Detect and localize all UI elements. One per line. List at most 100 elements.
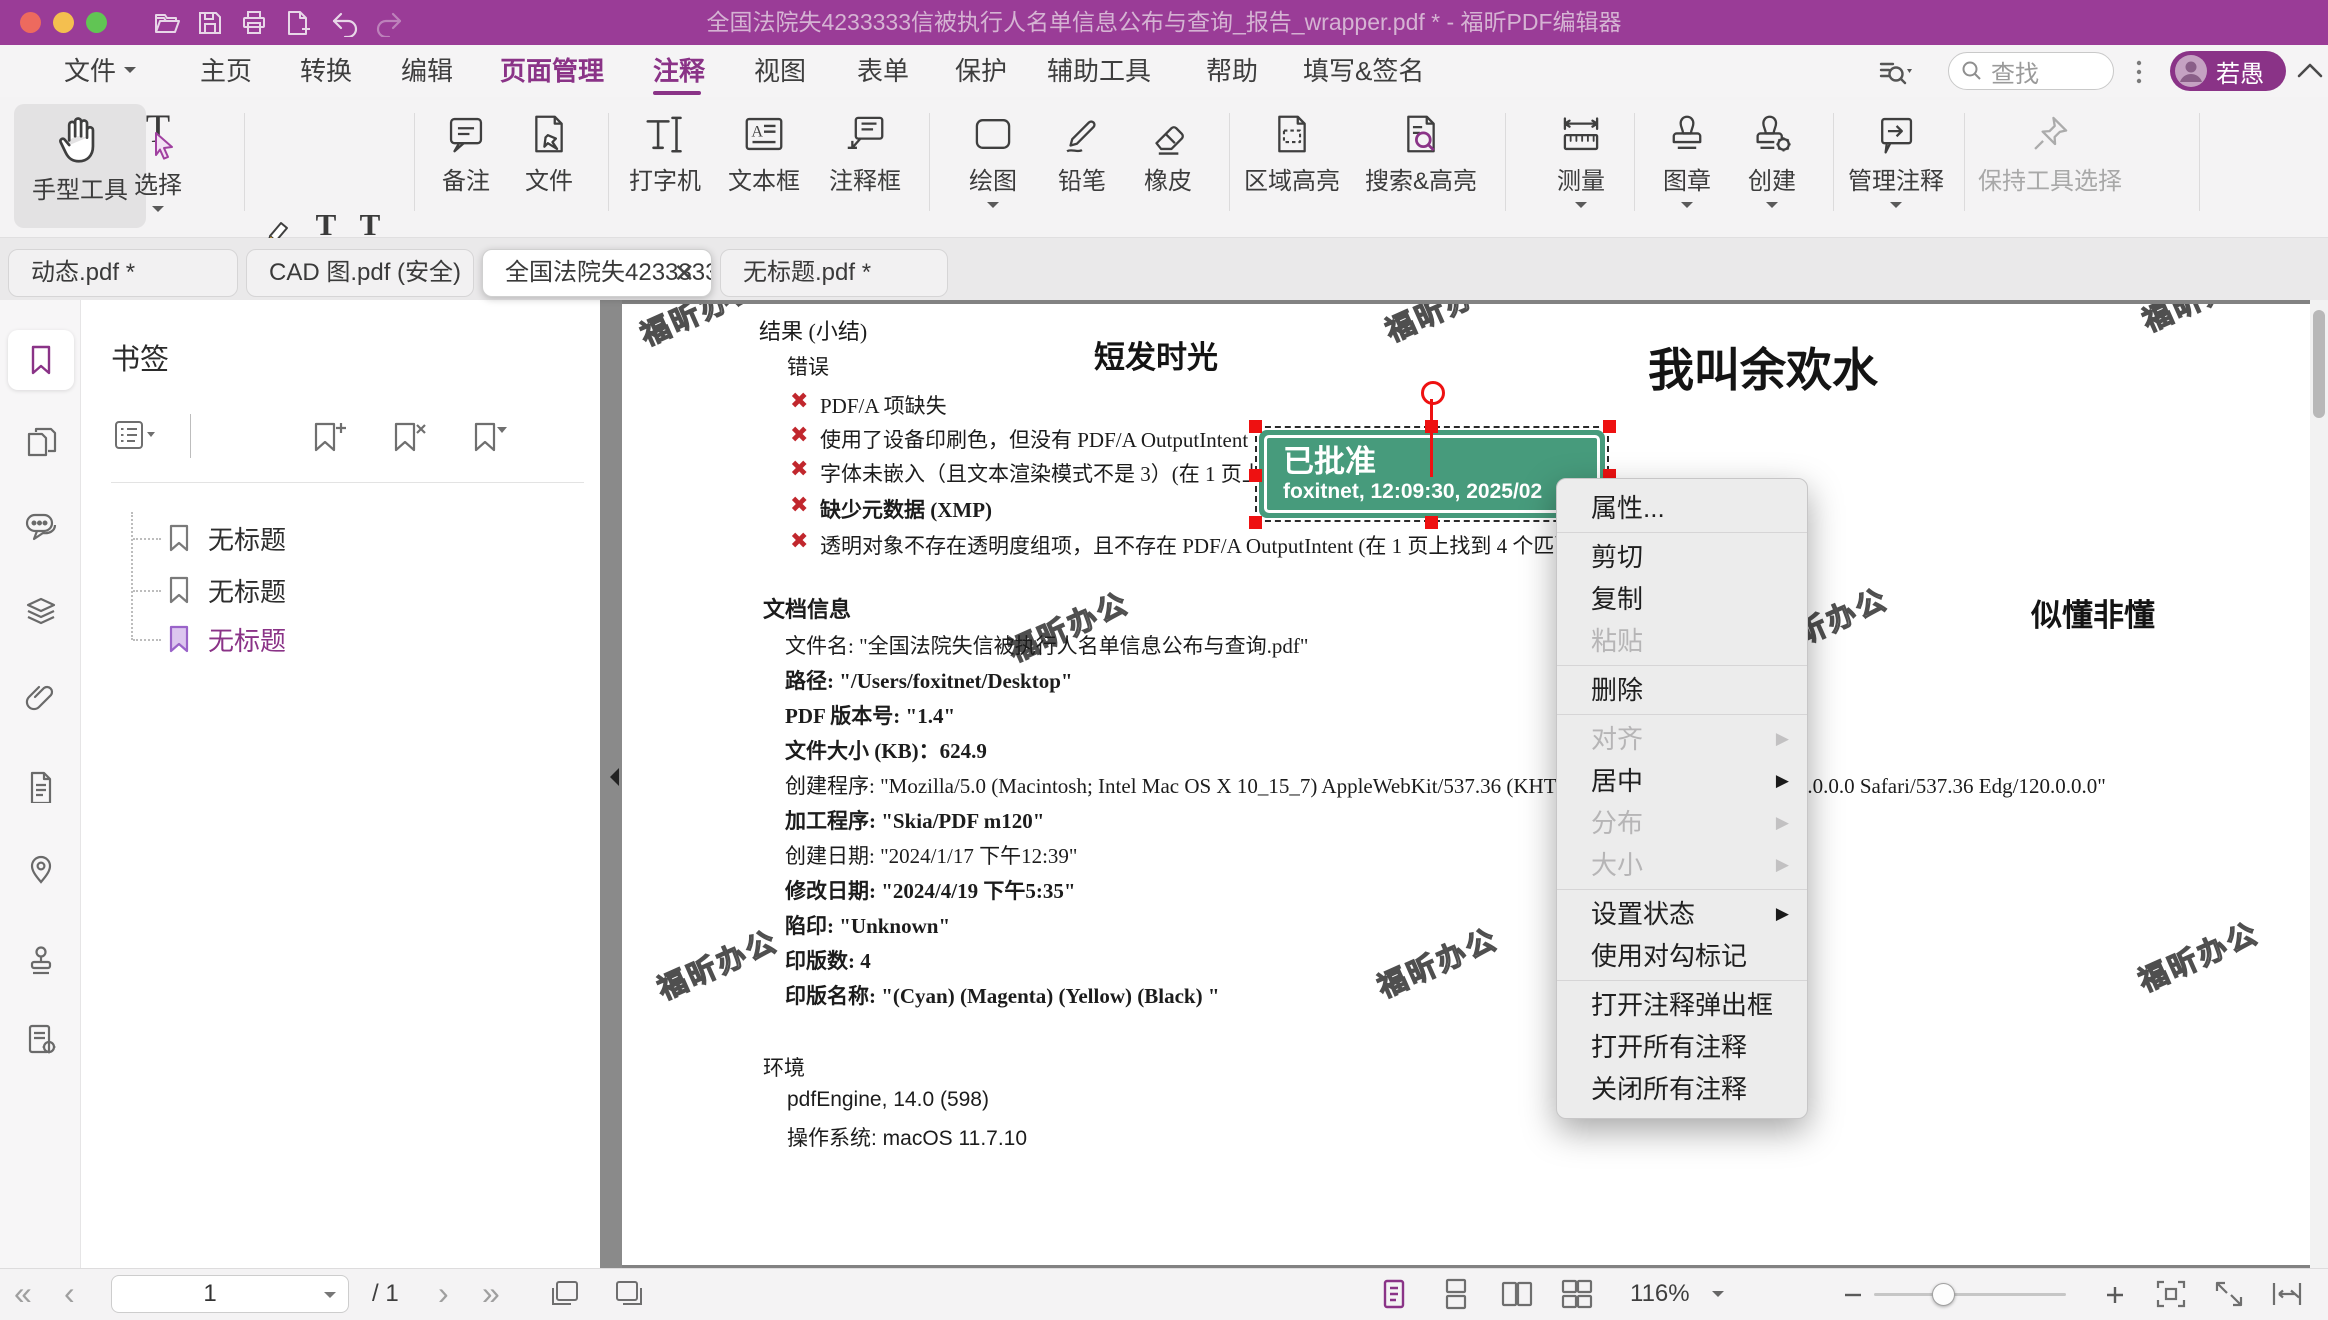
menu-item-12[interactable]: 填写&签名 [1303, 45, 1424, 97]
menu-item-5[interactable]: 页面管理 [500, 45, 604, 97]
collapse-panel-icon[interactable] [601, 768, 619, 786]
bookmark-item-1[interactable]: 无标题 [165, 518, 286, 558]
resize-handle[interactable] [1603, 420, 1616, 433]
menu-item-10[interactable]: 辅助工具 [1047, 45, 1151, 97]
zoom-slider-track[interactable] [1874, 1293, 2066, 1296]
menu-item-9[interactable]: 保护 [955, 45, 1007, 97]
single-page-view-icon[interactable] [1378, 1278, 1410, 1310]
callout-button[interactable]: 注释框 [823, 111, 907, 196]
note-comment-button[interactable]: 备注 [430, 111, 502, 196]
document-tab-1[interactable]: 动态.pdf * [8, 249, 238, 297]
bookmark-menu-button[interactable] [468, 418, 508, 456]
context-menu-item[interactable]: 使用对勾标记 [1557, 935, 1807, 977]
collapse-ribbon-chevron-icon[interactable] [2296, 61, 2324, 81]
pencil-button[interactable]: 铅笔 [1046, 111, 1118, 196]
more-options-kebab-icon[interactable] [2134, 59, 2144, 85]
signature-panel-tab[interactable] [8, 930, 74, 990]
open-file-icon[interactable] [152, 9, 180, 37]
save-icon[interactable] [196, 9, 224, 37]
first-page-button[interactable]: « [14, 1269, 32, 1319]
previous-view-icon[interactable] [548, 1278, 582, 1310]
resize-handle[interactable] [1425, 516, 1438, 529]
menu-item-3[interactable]: 转换 [300, 45, 352, 97]
destinations-panel-tab[interactable] [8, 756, 74, 816]
scrollbar-thumb[interactable] [2313, 310, 2325, 418]
stamp-rotate-handle[interactable] [1421, 381, 1445, 405]
create-stamp-button[interactable]: 创建 [1736, 111, 1808, 214]
find-search-input[interactable]: 查找 [1948, 52, 2114, 90]
zoom-level[interactable]: 116% [1630, 1269, 1690, 1319]
context-menu-item[interactable]: 删除 [1557, 669, 1807, 711]
eraser-button[interactable]: 橡皮 [1132, 111, 1204, 196]
layers-panel-tab[interactable] [8, 582, 74, 642]
vertical-scrollbar[interactable] [2310, 300, 2328, 1269]
fullscreen-icon[interactable] [2212, 1278, 2246, 1310]
panel-divider[interactable] [600, 300, 622, 1269]
context-menu-item[interactable]: 剪切 [1557, 536, 1807, 578]
context-menu-item[interactable]: 居中▶ [1557, 760, 1807, 802]
context-menu-item[interactable]: 关闭所有注释 [1557, 1068, 1807, 1110]
menu-item-7[interactable]: 视图 [754, 45, 806, 97]
measure-button[interactable]: 测量 [1545, 111, 1617, 214]
file-attachment-button[interactable]: 文件 [513, 111, 585, 196]
typewriter-button[interactable]: 打字机 [624, 111, 706, 196]
zoom-in-button[interactable] [2104, 1284, 2126, 1306]
document-tab-2[interactable]: CAD 图.pdf (安全) [246, 249, 474, 297]
delete-bookmark-button[interactable] [388, 418, 428, 456]
bookmarks-panel-tab[interactable] [8, 330, 74, 390]
zoom-out-button[interactable] [1842, 1284, 1864, 1306]
resize-handle[interactable] [1249, 516, 1262, 529]
context-menu-item[interactable]: 属性... [1557, 487, 1807, 529]
menu-item-11[interactable]: 帮助 [1206, 45, 1258, 97]
fit-page-icon[interactable] [2154, 1278, 2188, 1310]
minimize-window-button[interactable] [53, 12, 74, 33]
textbox-button[interactable]: A 文本框 [722, 111, 806, 196]
next-view-icon[interactable] [612, 1278, 646, 1310]
next-page-button[interactable]: › [438, 1269, 449, 1319]
context-menu-item[interactable]: 打开所有注释 [1557, 1026, 1807, 1068]
document-tab-4[interactable]: 无标题.pdf * [720, 249, 948, 297]
bookmark-item-3[interactable]: 无标题 [165, 619, 286, 659]
close-tab-icon[interactable]: ✕ [673, 250, 695, 296]
zoom-window-button[interactable] [86, 12, 107, 33]
stamp-button[interactable]: 图章 [1651, 111, 1723, 214]
area-highlight-button[interactable]: 区域高亮 [1240, 111, 1344, 196]
draw-shapes-button[interactable]: 绘图 [957, 111, 1029, 214]
close-window-button[interactable] [20, 12, 41, 33]
page-number-input[interactable]: 1 [111, 1275, 349, 1313]
comments-panel-tab[interactable] [8, 496, 74, 556]
continuous-scroll-view-icon[interactable] [1440, 1278, 1472, 1310]
menu-item-8[interactable]: 表单 [857, 45, 909, 97]
resize-handle[interactable] [1249, 420, 1262, 433]
menu-item-2[interactable]: 主页 [200, 45, 252, 97]
context-menu-item[interactable]: 设置状态▶ [1557, 893, 1807, 935]
advanced-search-icon[interactable] [1878, 57, 1912, 87]
menu-item-6[interactable]: 注释 [653, 45, 705, 97]
pages-panel-tab[interactable] [8, 412, 74, 472]
menu-item-1[interactable]: 文件 [64, 45, 136, 97]
user-account-button[interactable]: 若愚 [2170, 51, 2286, 91]
resize-handle[interactable] [1425, 420, 1438, 433]
keep-tool-selected-button[interactable]: 保持工具选择 [1975, 111, 2125, 196]
context-menu-item[interactable]: 打开注释弹出框 [1557, 984, 1807, 1026]
previous-page-button[interactable]: ‹ [64, 1269, 75, 1319]
manage-comments-button[interactable]: 管理注释 [1842, 111, 1950, 214]
bookmark-list-options-button[interactable] [114, 418, 156, 454]
places-panel-tab[interactable] [8, 838, 74, 898]
resize-handle[interactable] [1249, 469, 1262, 482]
two-page-view-icon[interactable] [1500, 1278, 1534, 1310]
two-page-scroll-view-icon[interactable] [1560, 1278, 1594, 1310]
select-tool-button[interactable]: T 选择 [116, 109, 200, 218]
menu-item-4[interactable]: 编辑 [401, 45, 453, 97]
zoom-caret[interactable] [1712, 1291, 1724, 1303]
fit-width-icon[interactable] [2270, 1278, 2304, 1310]
search-highlight-button[interactable]: 搜索&高亮 [1358, 111, 1484, 196]
bookmark-item-2[interactable]: 无标题 [165, 570, 286, 610]
print-icon[interactable] [240, 9, 268, 37]
form-panel-tab[interactable] [8, 1009, 74, 1069]
last-page-button[interactable]: » [482, 1269, 500, 1319]
zoom-slider-thumb[interactable] [1932, 1283, 1955, 1306]
document-tab-3[interactable]: 全国法院失4233333...✕ [482, 249, 712, 297]
add-bookmark-button[interactable] [308, 418, 348, 456]
context-menu-item[interactable]: 复制 [1557, 578, 1807, 620]
